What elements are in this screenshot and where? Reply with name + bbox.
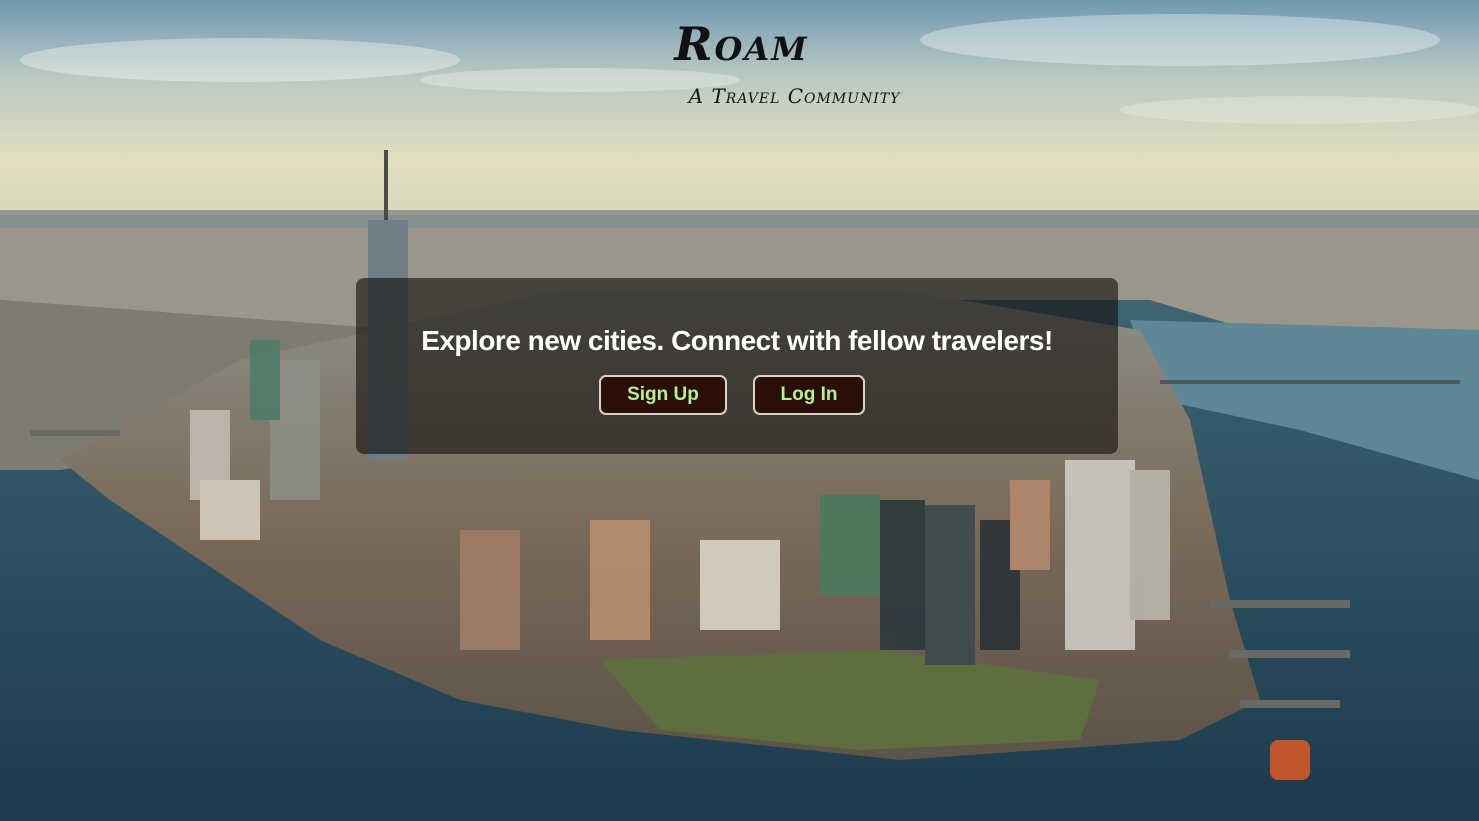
- log-in-button[interactable]: Log In: [753, 375, 865, 415]
- hero-panel: Explore new cities. Connect with fellow …: [356, 278, 1118, 454]
- brand-header: Roam A Travel Community: [0, 14, 1479, 108]
- brand-logo-title[interactable]: Roam: [670, 14, 808, 74]
- hero-heading: Explore new cities. Connect with fellow …: [421, 325, 1053, 356]
- landing-page: Roam A Travel Community Explore new citi…: [0, 0, 1479, 821]
- auth-button-group: Sign Up Log In: [356, 375, 1118, 415]
- brand-tagline: A Travel Community: [688, 84, 901, 108]
- sign-up-button[interactable]: Sign Up: [599, 375, 727, 415]
